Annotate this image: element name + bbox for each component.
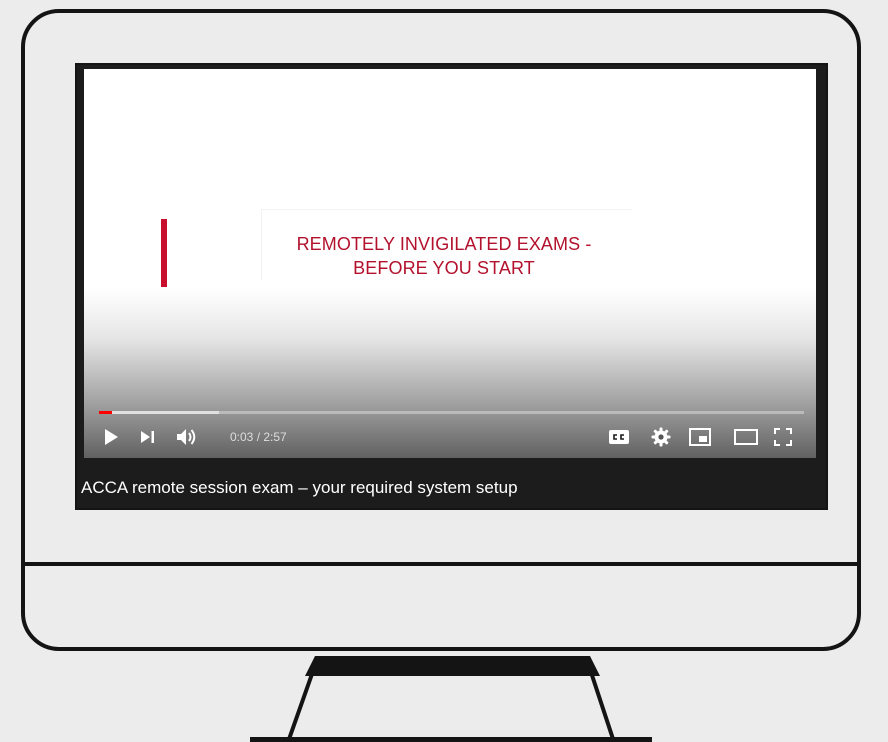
stand-left-leg	[286, 656, 320, 742]
stand-base	[250, 737, 652, 742]
stand-neck-top	[305, 656, 600, 676]
stand-right-leg	[584, 656, 616, 742]
monitor-stand	[250, 656, 652, 742]
